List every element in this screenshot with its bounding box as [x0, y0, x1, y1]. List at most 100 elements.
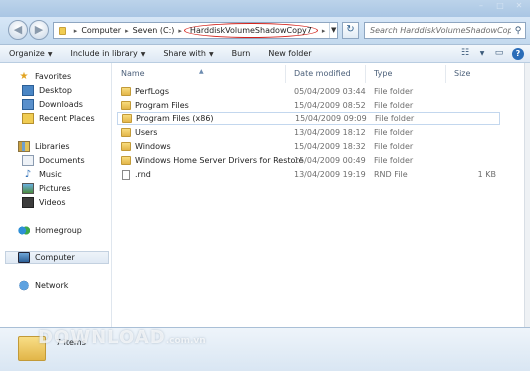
file-date: 05/04/2009 03:44 [294, 87, 366, 96]
breadcrumb-current-folder[interactable]: HarddiskVolumeShadowCopy7 [183, 23, 318, 38]
forward-button[interactable]: ▶ [29, 20, 49, 40]
nav-label: Favorites [35, 72, 72, 81]
nav-favorites[interactable]: ★ Favorites [18, 70, 72, 83]
file-name: Program Files [135, 101, 189, 110]
search-box[interactable]: Search HarddiskVolumeShadowCopy7 ⚲ [364, 22, 526, 39]
videos-icon [22, 197, 34, 208]
column-label: Size [454, 69, 471, 78]
command-bar: Organize ▼ Include in library ▼ Share with… [0, 44, 530, 63]
documents-icon [22, 155, 34, 166]
pictures-icon [22, 183, 34, 194]
burn-button[interactable]: Burn [223, 49, 260, 58]
minimize-button[interactable]: – [476, 2, 486, 10]
column-header-name[interactable]: ▲ Name [113, 65, 286, 83]
file-type: File folder [375, 114, 415, 123]
search-icon[interactable]: ⚲ [511, 26, 525, 36]
nav-music[interactable]: ♪ Music [22, 168, 62, 181]
folder-icon [122, 114, 132, 123]
column-header-type[interactable]: Type [366, 65, 446, 83]
desktop-icon [22, 85, 34, 96]
chevron-down-icon: ▼ [140, 51, 146, 58]
column-header-date-modified[interactable]: Date modified [286, 65, 366, 83]
table-row[interactable]: .rnd 13/04/2009 19:19 RND File 1 KB [117, 168, 500, 181]
column-label: Name [121, 69, 145, 78]
nav-label: Recent Places [39, 114, 95, 123]
close-button[interactable]: ✕ [514, 2, 524, 10]
file-type: File folder [374, 128, 414, 137]
table-row[interactable]: Windows 15/04/2009 18:32 File folder [117, 140, 500, 153]
nav-label: Pictures [39, 184, 71, 193]
nav-label: Documents [39, 156, 85, 165]
nav-label: Downloads [39, 100, 83, 109]
chevron-down-icon[interactable]: ▼ [478, 47, 486, 60]
change-view-icon[interactable]: ☷ [458, 47, 472, 60]
address-history-dropdown[interactable]: ▼ [329, 23, 337, 38]
network-icon [18, 280, 30, 291]
file-name: Program Files (x86) [136, 114, 214, 123]
address-bar[interactable]: ▸ Computer ▸ Seven (C:) ▸ HarddiskVolume… [53, 22, 338, 39]
refresh-button[interactable]: ↻ [342, 22, 359, 39]
recent-places-icon [22, 113, 34, 124]
preview-pane-icon[interactable]: ▭ [492, 47, 506, 60]
breadcrumb-separator-icon[interactable]: ▸ [178, 27, 182, 35]
nav-documents[interactable]: Documents [22, 154, 85, 167]
new-folder-button[interactable]: New folder [259, 49, 320, 58]
breadcrumb-computer[interactable]: Computer [81, 26, 121, 35]
file-name: Windows Home Server Drivers for Restore [135, 156, 304, 165]
music-icon: ♪ [24, 169, 32, 180]
vertical-scrollbar[interactable] [524, 63, 530, 327]
nav-label: Desktop [39, 86, 72, 95]
nav-label: Libraries [35, 142, 70, 151]
folder-icon [121, 156, 131, 165]
file-type: File folder [374, 142, 414, 151]
view-controls: ☷ ▼ ▭ ? [458, 47, 524, 60]
nav-network[interactable]: Network [18, 279, 68, 292]
nav-downloads[interactable]: Downloads [22, 98, 83, 111]
window-controls: – □ ✕ [476, 2, 524, 10]
nav-recent-places[interactable]: Recent Places [22, 112, 95, 125]
breadcrumb-separator-icon[interactable]: ▸ [74, 27, 78, 35]
share-with-menu[interactable]: Share with ▼ [154, 49, 222, 58]
table-row[interactable]: Users 13/04/2009 18:12 File folder [117, 126, 500, 139]
nav-homegroup[interactable]: Homegroup [18, 224, 82, 237]
computer-icon [18, 252, 30, 263]
table-row[interactable]: Windows Home Server Drivers for Restore … [117, 154, 500, 167]
folder-icon [121, 142, 131, 151]
title-bar: – □ ✕ [0, 0, 530, 17]
file-date: 13/04/2009 19:19 [294, 170, 366, 179]
breadcrumb-separator-icon[interactable]: ▸ [322, 27, 326, 35]
downloads-icon [22, 99, 34, 110]
table-row[interactable]: PerfLogs 05/04/2009 03:44 File folder [117, 85, 500, 98]
column-label: Type [374, 69, 393, 78]
nav-computer[interactable]: Computer [5, 251, 109, 264]
back-arrow-icon: ◀ [13, 23, 23, 36]
file-list-pane: ▲ Name Date modified Type Size PerfLogs … [113, 63, 524, 327]
table-row[interactable]: Program Files (x86) 15/04/2009 09:09 Fil… [117, 112, 500, 125]
file-date: 15/04/2009 08:52 [294, 101, 366, 110]
nav-label: Computer [35, 253, 75, 262]
help-icon[interactable]: ? [512, 47, 524, 60]
file-name: .rnd [135, 170, 151, 179]
breadcrumb-separator-icon[interactable]: ▸ [125, 27, 129, 35]
nav-pictures[interactable]: Pictures [22, 182, 71, 195]
folder-icon [121, 87, 131, 96]
file-type: File folder [374, 101, 414, 110]
refresh-icon: ↻ [346, 24, 355, 35]
nav-desktop[interactable]: Desktop [22, 84, 72, 97]
back-button[interactable]: ◀ [8, 20, 28, 40]
breadcrumb-drive[interactable]: Seven (C:) [133, 26, 175, 35]
column-label: Date modified [294, 69, 351, 78]
nav-libraries[interactable]: Libraries [18, 140, 70, 153]
nav-label: Network [35, 281, 69, 290]
include-in-library-menu[interactable]: Include in library ▼ [61, 49, 154, 58]
column-header-size[interactable]: Size [446, 65, 504, 83]
navigation-pane: ★ Favorites Desktop Downloads Recent Pla… [0, 63, 112, 327]
nav-videos[interactable]: Videos [22, 196, 66, 209]
search-input[interactable]: Search HarddiskVolumeShadowCopy7 [365, 26, 511, 35]
homegroup-icon [18, 225, 30, 236]
maximize-button[interactable]: □ [495, 2, 505, 10]
navigation-row: ◀ ▶ ▸ Computer ▸ Seven (C:) ▸ HarddiskVo… [0, 17, 530, 44]
organize-menu[interactable]: Organize ▼ [0, 49, 61, 58]
nav-label: Videos [39, 198, 66, 207]
table-row[interactable]: Program Files 15/04/2009 08:52 File fold… [117, 99, 500, 112]
